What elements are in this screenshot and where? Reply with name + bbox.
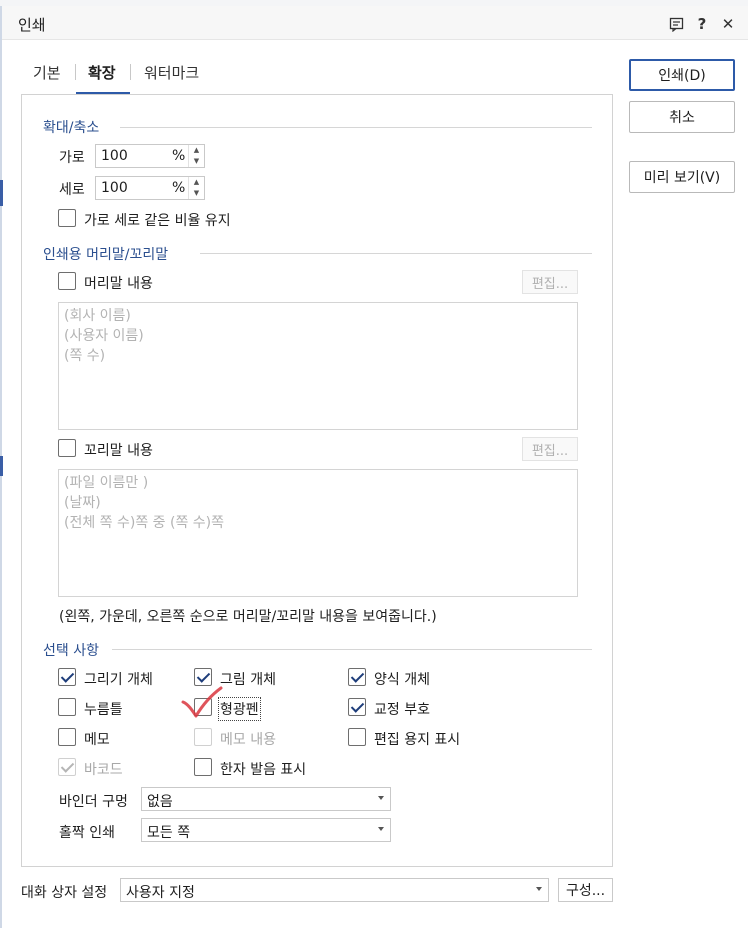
tab-basic[interactable]: 기본 [33,62,61,83]
width-stepper[interactable]: 100 % ▲ ▼ [95,144,205,168]
picture-object-checkbox[interactable] [194,668,212,686]
dialog-settings-select[interactable]: 사용자 지정 [120,878,549,902]
chevron-down-icon[interactable]: ▼ [189,188,204,199]
tab-separator [75,64,76,80]
tab-extended[interactable]: 확장 [88,62,116,83]
tab-watermark[interactable]: 워터마크 [144,62,199,83]
keep-ratio-label: 가로 세로 같은 비율 유지 [84,213,231,229]
picture-object-label: 그림 개체 [220,672,276,688]
width-label: 가로 [59,150,85,166]
width-value: 100 [101,148,128,164]
footer-line: (전체 쪽 수)쪽 중 (쪽 수)쪽 [64,515,225,531]
close-icon[interactable]: ✕ [718,14,738,34]
paper-outline-label: 편집 용지 표시 [374,732,461,748]
footer-line: (파일 이름만 ) [64,475,149,491]
hanja-pronunciation-label: 한자 발음 표시 [220,762,307,778]
chevron-down-icon [536,887,542,891]
chevron-up-icon[interactable]: ▲ [189,145,204,156]
cancel-button[interactable]: 취소 [629,101,735,133]
configure-button[interactable]: 구성... [558,878,613,902]
section-divider [112,649,592,650]
header-label: 머리말 내용 [84,276,153,292]
header-footer-section-title: 인쇄용 머리말/꼬리말 [43,247,169,263]
print-button-label: 인쇄(D) [658,68,706,84]
proofread-label: 교정 부호 [374,702,430,718]
annotation-check-mark [180,686,224,720]
odd-even-select[interactable]: 모든 쪽 [141,818,391,842]
paper-outline-checkbox[interactable] [348,728,366,746]
header-line: (사용자 이름) [64,328,144,344]
binder-value: 없음 [147,794,173,810]
preview-button-label: 미리 보기(V) [643,170,721,186]
window-title: 인쇄 [18,16,46,34]
header-checkbox[interactable] [58,272,76,290]
chevron-down-icon [378,827,384,831]
chevron-down-icon[interactable]: ▼ [189,156,204,167]
memo-content-label: 메모 내용 [220,732,276,748]
form-object-label: 양식 개체 [374,672,430,688]
cancel-button-label: 취소 [669,110,695,126]
tab-separator [130,64,131,80]
options-section-title: 선택 사항 [43,643,99,659]
field-label: 누름틀 [84,702,123,718]
chevron-up-icon[interactable]: ▲ [189,177,204,188]
form-object-checkbox[interactable] [348,668,366,686]
chat-icon[interactable] [666,14,686,34]
width-unit: % [172,148,186,164]
memo-label: 메모 [84,732,110,748]
preview-button[interactable]: 미리 보기(V) [629,161,735,193]
height-value: 100 [101,180,128,196]
header-edit-button[interactable]: 편집... [522,270,578,294]
footer-content-box: (파일 이름만 ) (날짜) (전체 쪽 수)쪽 중 (쪽 수)쪽 [58,469,578,597]
print-button[interactable]: 인쇄(D) [629,59,735,91]
footer-checkbox[interactable] [58,439,76,457]
section-divider [120,127,592,128]
binder-select[interactable]: 없음 [141,787,391,811]
memo-content-checkbox [194,728,212,746]
zoom-section-title: 확대/축소 [43,120,100,136]
draw-object-label: 그리기 개체 [84,672,153,688]
proofread-checkbox[interactable] [348,698,366,716]
memo-checkbox[interactable] [58,728,76,746]
width-stepper-arrows[interactable]: ▲ ▼ [188,145,204,167]
height-label: 세로 [59,182,85,198]
odd-even-value: 모든 쪽 [147,825,191,841]
background-marker [0,180,3,206]
footer-label: 꼬리말 내용 [84,443,153,459]
dialog-settings-value: 사용자 지정 [126,885,195,901]
odd-even-label: 홀짝 인쇄 [59,825,115,841]
dialog-settings-label: 대화 상자 설정 [21,885,108,901]
height-unit: % [172,180,186,196]
height-stepper[interactable]: 100 % ▲ ▼ [95,176,205,200]
footer-line: (날짜) [64,495,101,511]
header-content-box: (회사 이름) (사용자 이름) (쪽 수) [58,302,578,430]
hanja-pronunciation-checkbox[interactable] [194,758,212,776]
barcode-label: 바코드 [84,762,123,778]
header-line: (회사 이름) [64,308,131,324]
binder-label: 바인더 구멍 [59,794,128,810]
help-icon[interactable]: ? [692,14,712,34]
barcode-checkbox [58,758,76,776]
highlighter-label: 형광펜 [218,697,261,721]
section-divider [200,253,592,254]
draw-object-checkbox[interactable] [58,668,76,686]
header-footer-note: (왼쪽, 가운데, 오른쪽 순으로 머리말/꼬리말 내용을 보여줍니다.) [59,609,437,625]
background-marker [0,456,3,476]
footer-edit-button[interactable]: 편집... [522,437,578,461]
header-line: (쪽 수) [64,348,106,364]
field-checkbox[interactable] [58,698,76,716]
title-bar: 인쇄 ? ✕ [2,6,748,40]
chevron-down-icon [378,796,384,800]
height-stepper-arrows[interactable]: ▲ ▼ [188,177,204,199]
keep-ratio-checkbox[interactable] [58,209,76,227]
